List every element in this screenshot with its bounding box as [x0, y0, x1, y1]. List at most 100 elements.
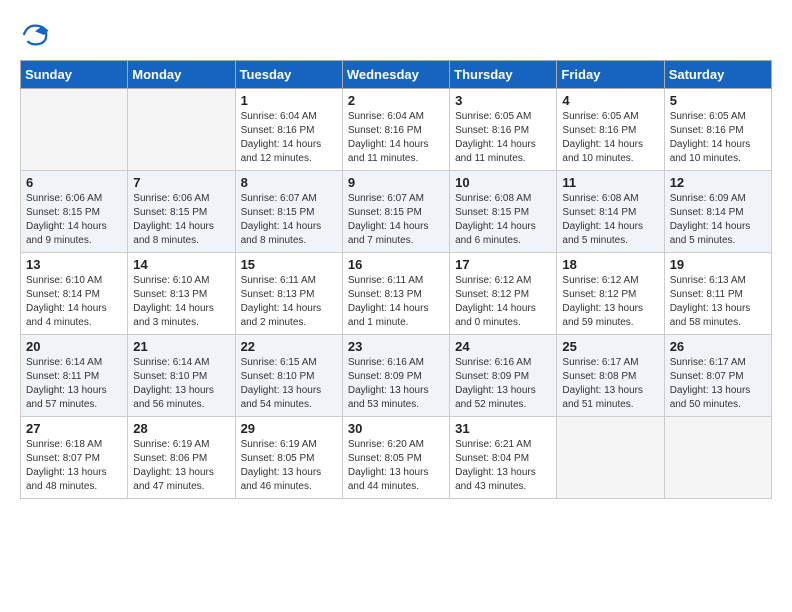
day-info: Sunrise: 6:05 AMSunset: 8:16 PMDaylight:… [562, 110, 658, 166]
calendar-cell: 21Sunrise: 6:14 AMSunset: 8:10 PMDayligh… [128, 335, 235, 417]
day-info: Sunrise: 6:14 AMSunset: 8:10 PMDaylight:… [133, 356, 229, 412]
calendar-cell: 15 Sunrise: 6:11 AMSunset: 8:13 PMDayligh… [235, 253, 342, 335]
calendar-cell: 16 Sunrise: 6:11 AMSunset: 8:13 PMDayligh… [342, 253, 449, 335]
day-info: Sunrise: 6:17 AMSunset: 8:07 PMDaylight:… [670, 356, 766, 412]
day-info: Sunrise: 6:11 AMSunset: 8:13 PMDaylight:… [348, 274, 444, 330]
day-number: 12 [670, 175, 766, 190]
calendar-cell [128, 89, 235, 171]
calendar-cell: 1 Sunrise: 6:04 AMSunset: 8:16 PMDaylight… [235, 89, 342, 171]
day-info: Sunrise: 6:09 AMSunset: 8:14 PMDaylight:… [670, 192, 766, 248]
calendar-week-3: 20Sunrise: 6:14 AMSunset: 8:11 PMDayligh… [21, 335, 772, 417]
day-info: Sunrise: 6:19 AMSunset: 8:06 PMDaylight:… [133, 438, 229, 494]
day-info: Sunrise: 6:07 AMSunset: 8:15 PMDaylight:… [348, 192, 444, 248]
weekday-header-wednesday: Wednesday [342, 61, 449, 89]
calendar-cell: 27Sunrise: 6:18 AMSunset: 8:07 PMDayligh… [21, 417, 128, 499]
day-info: Sunrise: 6:12 AMSunset: 8:12 PMDaylight:… [455, 274, 551, 330]
calendar-cell: 3Sunrise: 6:05 AMSunset: 8:16 PMDaylight… [450, 89, 557, 171]
day-info: Sunrise: 6:13 AMSunset: 8:11 PMDaylight:… [670, 274, 766, 330]
day-number: 31 [455, 421, 551, 436]
weekday-header-friday: Friday [557, 61, 664, 89]
calendar-cell: 11 Sunrise: 6:08 AMSunset: 8:14 PMDayligh… [557, 171, 664, 253]
day-number: 4 [562, 93, 658, 108]
day-number: 6 [26, 175, 122, 190]
day-info: Sunrise: 6:17 AMSunset: 8:08 PMDaylight:… [562, 356, 658, 412]
logo-icon [20, 20, 50, 50]
calendar-cell: 5 Sunrise: 6:05 AMSunset: 8:16 PMDaylight… [664, 89, 771, 171]
day-info: Sunrise: 6:06 AMSunset: 8:15 PMDaylight:… [133, 192, 229, 248]
day-info: Sunrise: 6:16 AMSunset: 8:09 PMDaylight:… [348, 356, 444, 412]
calendar-cell: 4 Sunrise: 6:05 AMSunset: 8:16 PMDaylight… [557, 89, 664, 171]
calendar-cell: 23 Sunrise: 6:16 AMSunset: 8:09 PMDayligh… [342, 335, 449, 417]
day-info: Sunrise: 6:07 AMSunset: 8:15 PMDaylight:… [241, 192, 337, 248]
calendar-cell: 24 Sunrise: 6:16 AMSunset: 8:09 PMDayligh… [450, 335, 557, 417]
day-info: Sunrise: 6:04 AMSunset: 8:16 PMDaylight:… [241, 110, 337, 166]
day-number: 28 [133, 421, 229, 436]
day-info: Sunrise: 6:10 AMSunset: 8:14 PMDaylight:… [26, 274, 122, 330]
calendar-cell: 10Sunrise: 6:08 AMSunset: 8:15 PMDayligh… [450, 171, 557, 253]
day-number: 9 [348, 175, 444, 190]
calendar-cell: 13 Sunrise: 6:10 AMSunset: 8:14 PMDayligh… [21, 253, 128, 335]
day-number: 16 [348, 257, 444, 272]
calendar-cell: 17Sunrise: 6:12 AMSunset: 8:12 PMDayligh… [450, 253, 557, 335]
day-number: 26 [670, 339, 766, 354]
day-info: Sunrise: 6:21 AMSunset: 8:04 PMDaylight:… [455, 438, 551, 494]
weekday-header-row: SundayMondayTuesdayWednesdayThursdayFrid… [21, 61, 772, 89]
day-info: Sunrise: 6:16 AMSunset: 8:09 PMDaylight:… [455, 356, 551, 412]
calendar-cell: 25 Sunrise: 6:17 AMSunset: 8:08 PMDayligh… [557, 335, 664, 417]
day-number: 5 [670, 93, 766, 108]
day-number: 18 [562, 257, 658, 272]
day-number: 24 [455, 339, 551, 354]
calendar-cell: 18 Sunrise: 6:12 AMSunset: 8:12 PMDayligh… [557, 253, 664, 335]
day-number: 11 [562, 175, 658, 190]
day-number: 22 [241, 339, 337, 354]
calendar-cell: 26 Sunrise: 6:17 AMSunset: 8:07 PMDayligh… [664, 335, 771, 417]
calendar-cell: 12 Sunrise: 6:09 AMSunset: 8:14 PMDayligh… [664, 171, 771, 253]
weekday-header-thursday: Thursday [450, 61, 557, 89]
logo [20, 20, 54, 50]
day-number: 2 [348, 93, 444, 108]
day-info: Sunrise: 6:05 AMSunset: 8:16 PMDaylight:… [670, 110, 766, 166]
day-info: Sunrise: 6:15 AMSunset: 8:10 PMDaylight:… [241, 356, 337, 412]
day-number: 27 [26, 421, 122, 436]
day-info: Sunrise: 6:11 AMSunset: 8:13 PMDaylight:… [241, 274, 337, 330]
calendar-cell: 30 Sunrise: 6:20 AMSunset: 8:05 PMDayligh… [342, 417, 449, 499]
weekday-header-monday: Monday [128, 61, 235, 89]
calendar-table: SundayMondayTuesdayWednesdayThursdayFrid… [20, 60, 772, 499]
calendar-cell: 29Sunrise: 6:19 AMSunset: 8:05 PMDayligh… [235, 417, 342, 499]
day-number: 13 [26, 257, 122, 272]
calendar-cell [664, 417, 771, 499]
day-number: 15 [241, 257, 337, 272]
day-info: Sunrise: 6:12 AMSunset: 8:12 PMDaylight:… [562, 274, 658, 330]
calendar-cell: 8 Sunrise: 6:07 AMSunset: 8:15 PMDaylight… [235, 171, 342, 253]
day-info: Sunrise: 6:08 AMSunset: 8:14 PMDaylight:… [562, 192, 658, 248]
weekday-header-sunday: Sunday [21, 61, 128, 89]
day-info: Sunrise: 6:04 AMSunset: 8:16 PMDaylight:… [348, 110, 444, 166]
calendar-cell [557, 417, 664, 499]
day-info: Sunrise: 6:08 AMSunset: 8:15 PMDaylight:… [455, 192, 551, 248]
day-number: 23 [348, 339, 444, 354]
day-number: 3 [455, 93, 551, 108]
day-info: Sunrise: 6:19 AMSunset: 8:05 PMDaylight:… [241, 438, 337, 494]
day-number: 1 [241, 93, 337, 108]
calendar-cell: 31 Sunrise: 6:21 AMSunset: 8:04 PMDayligh… [450, 417, 557, 499]
calendar-week-0: 1 Sunrise: 6:04 AMSunset: 8:16 PMDaylight… [21, 89, 772, 171]
day-number: 25 [562, 339, 658, 354]
day-number: 30 [348, 421, 444, 436]
day-number: 20 [26, 339, 122, 354]
calendar-week-1: 6 Sunrise: 6:06 AMSunset: 8:15 PMDaylight… [21, 171, 772, 253]
day-info: Sunrise: 6:20 AMSunset: 8:05 PMDaylight:… [348, 438, 444, 494]
calendar-cell: 6Sunrise: 6:06 AMSunset: 8:15 PMDaylight… [21, 171, 128, 253]
calendar-cell: 20Sunrise: 6:14 AMSunset: 8:11 PMDayligh… [21, 335, 128, 417]
calendar-week-2: 13 Sunrise: 6:10 AMSunset: 8:14 PMDayligh… [21, 253, 772, 335]
day-number: 7 [133, 175, 229, 190]
day-number: 14 [133, 257, 229, 272]
calendar-cell: 14Sunrise: 6:10 AMSunset: 8:13 PMDayligh… [128, 253, 235, 335]
calendar-body: 1 Sunrise: 6:04 AMSunset: 8:16 PMDaylight… [21, 89, 772, 499]
calendar-cell: 19Sunrise: 6:13 AMSunset: 8:11 PMDayligh… [664, 253, 771, 335]
day-number: 8 [241, 175, 337, 190]
weekday-header-saturday: Saturday [664, 61, 771, 89]
calendar-cell: 7 Sunrise: 6:06 AMSunset: 8:15 PMDaylight… [128, 171, 235, 253]
calendar-cell: 2 Sunrise: 6:04 AMSunset: 8:16 PMDaylight… [342, 89, 449, 171]
calendar-cell: 9 Sunrise: 6:07 AMSunset: 8:15 PMDaylight… [342, 171, 449, 253]
weekday-header-tuesday: Tuesday [235, 61, 342, 89]
